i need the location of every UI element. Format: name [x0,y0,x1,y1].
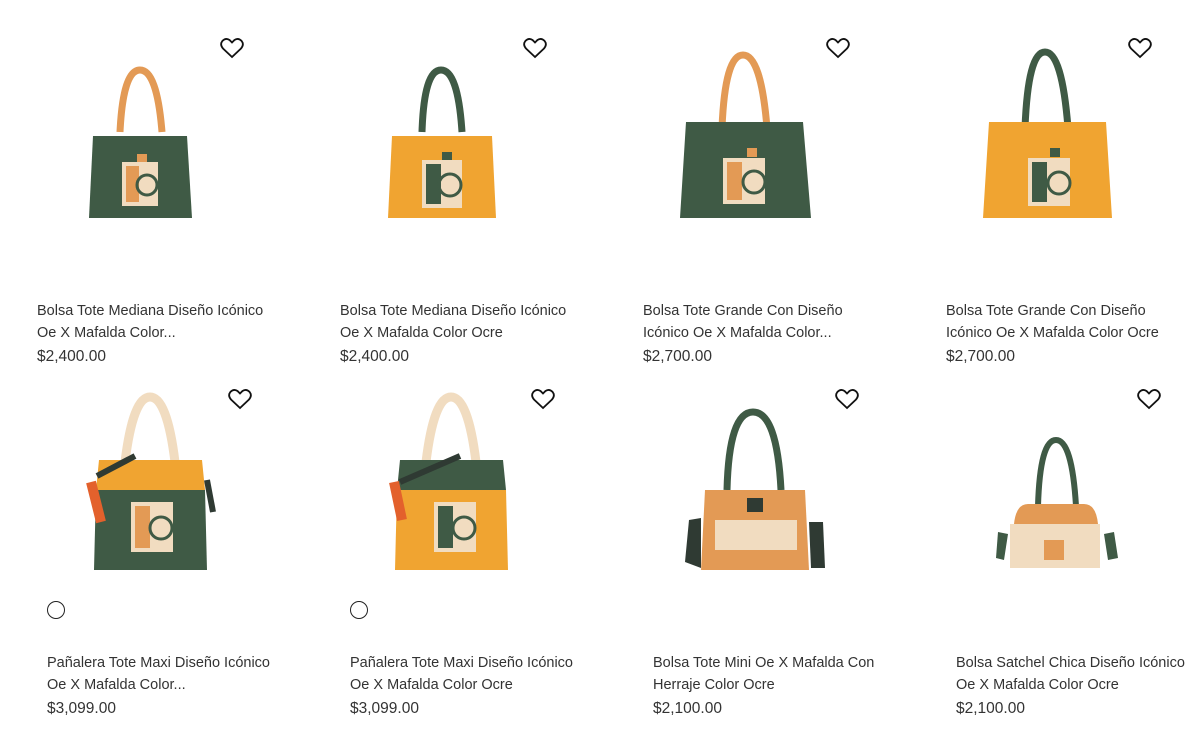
heart-icon [826,38,850,59]
color-swatch[interactable] [350,601,368,619]
product-price: $2,700.00 [643,348,712,365]
product-image[interactable] [340,20,630,280]
product-price: $3,099.00 [350,700,419,717]
product-price: $2,400.00 [340,348,409,365]
favorite-button[interactable] [1136,387,1162,411]
product-image[interactable] [47,372,337,632]
favorite-button[interactable] [522,36,548,60]
product-price: $2,100.00 [653,700,722,717]
favorite-button[interactable] [825,36,851,60]
heart-icon [835,389,859,410]
heart-icon [531,389,555,410]
product-title[interactable]: Bolsa Satchel Chica Diseño Icónico Oe X … [956,653,1196,696]
heart-icon [228,389,252,410]
product-title[interactable]: Bolsa Tote Mediana Diseño Icónico Oe X M… [37,301,277,344]
product-title[interactable]: Pañalera Tote Maxi Diseño Icónico Oe X M… [350,653,590,696]
favorite-button[interactable] [834,387,860,411]
favorite-button[interactable] [1127,36,1153,60]
product-price: $2,700.00 [946,348,1015,365]
heart-icon [1128,38,1152,59]
favorite-button[interactable] [219,36,245,60]
heart-icon [523,38,547,59]
product-image[interactable] [37,20,327,280]
product-price: $2,100.00 [956,700,1025,717]
product-title[interactable]: Bolsa Tote Mediana Diseño Icónico Oe X M… [340,301,580,344]
product-price: $2,400.00 [37,348,106,365]
product-image[interactable] [350,372,640,632]
product-title[interactable]: Bolsa Tote Mini Oe X Mafalda Con Herraje… [653,653,893,696]
favorite-button[interactable] [227,387,253,411]
color-swatch[interactable] [47,601,65,619]
heart-icon [1137,389,1161,410]
product-image[interactable] [643,20,933,280]
product-image[interactable] [956,372,1200,632]
heart-icon [220,38,244,59]
product-image[interactable] [946,20,1200,280]
product-price: $3,099.00 [47,700,116,717]
product-title[interactable]: Bolsa Tote Grande Con Diseño Icónico Oe … [643,301,883,344]
product-image[interactable] [653,372,943,632]
favorite-button[interactable] [530,387,556,411]
product-title[interactable]: Pañalera Tote Maxi Diseño Icónico Oe X M… [47,653,287,696]
product-title[interactable]: Bolsa Tote Grande Con Diseño Icónico Oe … [946,301,1186,344]
